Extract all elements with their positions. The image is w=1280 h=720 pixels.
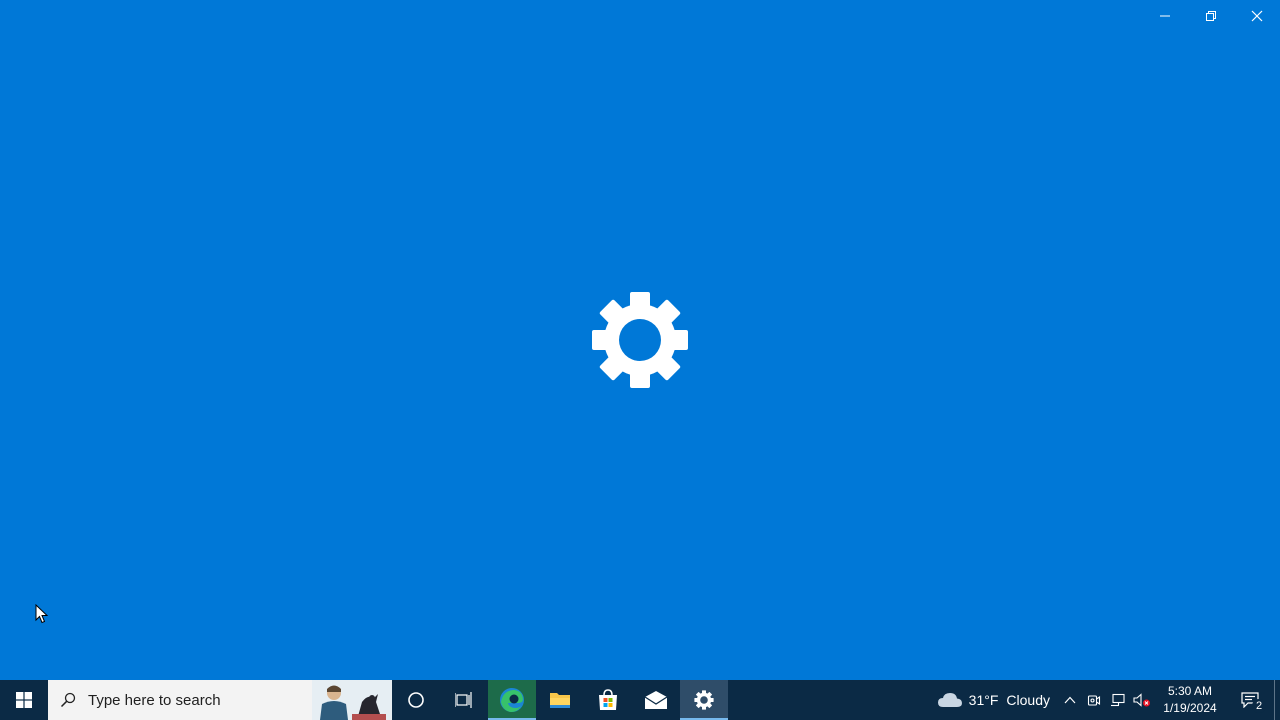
task-view-icon <box>455 692 472 708</box>
weather-temperature: 31°F <box>968 692 999 708</box>
show-desktop-button[interactable] <box>1274 680 1280 720</box>
cortana-icon <box>408 692 424 708</box>
edge-icon <box>500 688 524 712</box>
weather-widget[interactable]: 31°F Cloudy <box>937 680 1058 720</box>
meet-now-icon <box>1087 695 1101 706</box>
start-button[interactable] <box>0 680 48 720</box>
taskbar-search-box[interactable]: Type here to search <box>48 680 392 720</box>
taskbar-store-button[interactable] <box>584 680 632 720</box>
search-icon <box>48 680 88 720</box>
mail-icon <box>644 691 668 709</box>
restore-icon <box>1206 11 1216 21</box>
restore-button[interactable] <box>1188 0 1234 32</box>
mouse-cursor-icon <box>35 604 49 624</box>
folder-icon <box>550 693 570 708</box>
settings-gear-icon <box>694 690 714 710</box>
taskbar-clock[interactable]: 5:30 AM 1/19/2024 <box>1154 680 1226 720</box>
window-caption-buttons <box>1142 0 1280 32</box>
settings-gear-icon <box>592 292 688 388</box>
taskbar-settings-button[interactable] <box>680 680 728 720</box>
taskbar-file-explorer-button[interactable] <box>536 680 584 720</box>
minimize-icon <box>1160 15 1170 17</box>
taskbar-task-view-button[interactable] <box>440 680 488 720</box>
search-highlight-illustration <box>312 680 392 720</box>
meet-now-button[interactable] <box>1082 680 1106 720</box>
clock-date: 1/19/2024 <box>1163 701 1217 715</box>
taskbar-mail-button[interactable] <box>632 680 680 720</box>
windows-logo-icon <box>16 692 32 708</box>
volume-muted-icon <box>1133 693 1150 707</box>
clock-time: 5:30 AM <box>1167 684 1213 698</box>
cloud-icon <box>937 693 962 707</box>
taskbar: Type here to search 31°F Cloudy 5:30 AM … <box>0 680 1280 720</box>
volume-button[interactable] <box>1130 680 1154 720</box>
network-button[interactable] <box>1106 680 1130 720</box>
network-icon <box>1111 693 1125 707</box>
taskbar-edge-button[interactable] <box>488 680 536 720</box>
taskbar-cortana-button[interactable] <box>392 680 440 720</box>
close-button[interactable] <box>1234 0 1280 32</box>
search-placeholder: Type here to search <box>88 691 221 709</box>
chevron-up-icon <box>1064 696 1076 704</box>
action-center-button[interactable]: 2 <box>1226 680 1274 720</box>
system-tray: 31°F Cloudy 5:30 AM 1/19/2024 2 <box>937 680 1280 720</box>
minimize-button[interactable] <box>1142 0 1188 32</box>
close-icon <box>1251 10 1263 22</box>
weather-condition: Cloudy <box>1006 692 1050 708</box>
settings-splash-screen <box>0 0 1280 680</box>
notification-count-badge: 2 <box>1252 699 1266 713</box>
show-hidden-icons-button[interactable] <box>1058 680 1082 720</box>
store-icon <box>599 689 617 710</box>
